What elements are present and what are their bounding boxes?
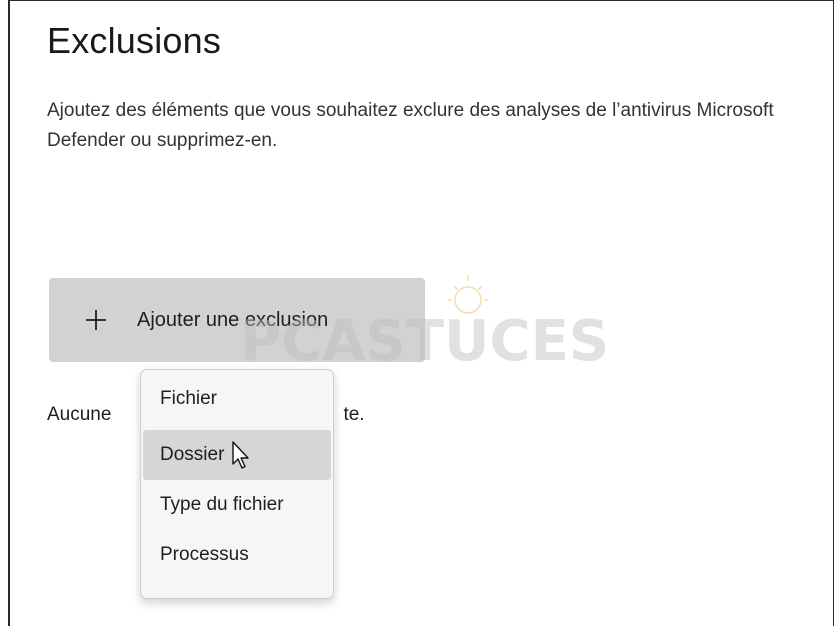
empty-state-text-right: te. <box>343 404 365 425</box>
menu-item-process[interactable]: Processus <box>143 530 331 580</box>
add-exclusion-button[interactable]: Ajouter une exclusion <box>49 278 425 362</box>
empty-state-text-left: Aucune <box>47 404 112 425</box>
menu-item-file-type[interactable]: Type du fichier <box>143 480 331 530</box>
exclusion-type-menu: Fichier Dossier Type du fichier Processu… <box>140 369 334 599</box>
add-exclusion-label: Ajouter une exclusion <box>137 308 329 331</box>
page-title: Exclusions <box>47 20 222 61</box>
menu-item-folder[interactable]: Dossier <box>143 430 331 480</box>
menu-item-file[interactable]: Fichier <box>143 378 331 430</box>
page-description: Ajoutez des éléments que vous souhaitez … <box>47 100 774 151</box>
plus-icon <box>81 305 111 335</box>
